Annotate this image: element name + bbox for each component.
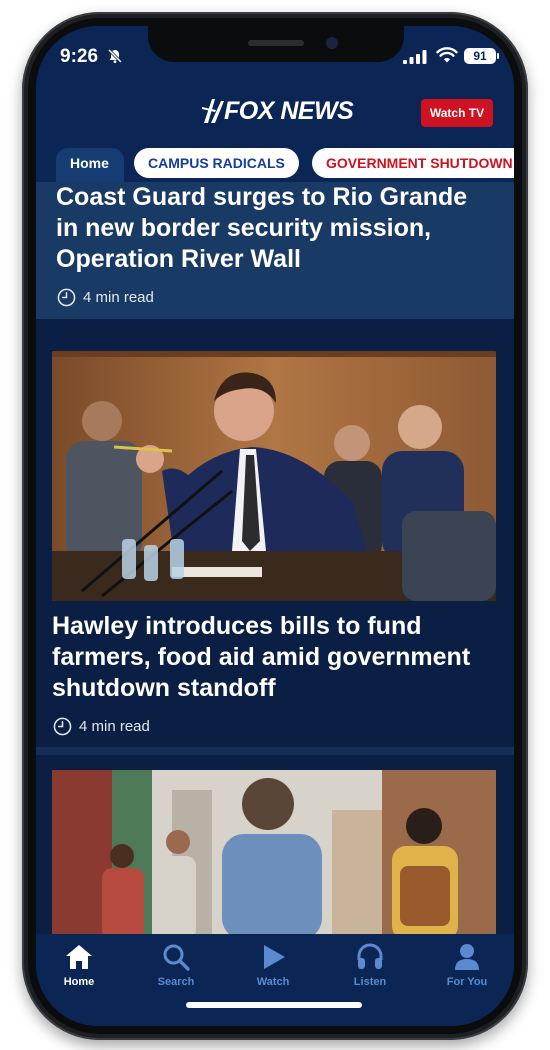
nav-label: Search [157,976,195,988]
story-headline[interactable]: Hawley introduces bills to fund farmers,… [52,611,492,704]
nav-label: Home [63,976,95,988]
story-card[interactable]: Hawley introduces bills to fund farmers,… [36,327,514,747]
hearing-photo-illustration [52,351,496,601]
play-icon [264,945,285,969]
status-time: 9:26 [60,46,99,67]
fox-news-logo[interactable]: FOX NEWS [202,96,354,126]
tab-government-shutdown[interactable]: GOVERNMENT SHUTDOWN [312,148,514,178]
story-card[interactable] [36,770,514,934]
nav-search[interactable]: Search [141,942,211,988]
search-icon [163,944,190,971]
read-time-label: 4 min read [79,718,150,735]
battery-tip [497,53,499,59]
silent-bell-icon [107,48,123,64]
searchlight-icon [202,99,224,123]
story-headline[interactable]: Coast Guard surges to Rio Grande in new … [56,182,496,275]
headphones-icon [357,943,383,969]
divider [36,747,514,755]
news-feed: Coast Guard surges to Rio Grande in new … [36,182,514,934]
watch-tv-button[interactable]: Watch TV [421,99,493,127]
nav-label: For You [446,976,488,988]
nav-home[interactable]: Home [44,942,114,988]
app-header: FOX NEWS Watch TV [36,86,514,138]
tab-home[interactable]: Home [56,148,124,182]
section-tabs: Home CAMPUS RADICALS GOVERNMENT SHUTDOWN [36,138,514,182]
nav-label: Watch [256,976,290,988]
front-camera [326,37,338,49]
story-photo-students[interactable] [52,770,496,934]
story-photo-hearing[interactable] [52,351,496,601]
nav-for-you[interactable]: For You [432,942,502,988]
read-time-label: 4 min read [83,289,154,306]
tab-campus-radicals[interactable]: CAMPUS RADICALS [134,148,299,178]
story-card[interactable]: Coast Guard surges to Rio Grande in new … [36,182,514,319]
cell-signal-icon [403,50,427,64]
clock-icon [53,717,72,736]
clock-icon [57,288,76,307]
students-photo-illustration [52,770,496,934]
nav-listen[interactable]: Listen [335,942,405,988]
app-screen: 9:26 91 FOX NEWS Watch TV Home CAMPUS RA… [36,26,514,1026]
divider [36,319,514,327]
wifi-icon [436,47,458,63]
nav-label: Listen [353,976,387,988]
home-indicator[interactable] [186,1002,362,1008]
battery-indicator: 91 [464,48,496,64]
read-time: 4 min read [53,717,150,736]
brand-name: FOX NEWS [224,96,354,125]
home-icon [66,945,92,969]
person-icon [455,944,479,970]
bottom-navigation: Home Search Watch Listen For You [36,934,514,1026]
speaker-grille [248,40,304,46]
phone-notch [148,26,404,62]
read-time: 4 min read [57,288,154,307]
nav-watch[interactable]: Watch [238,942,308,988]
